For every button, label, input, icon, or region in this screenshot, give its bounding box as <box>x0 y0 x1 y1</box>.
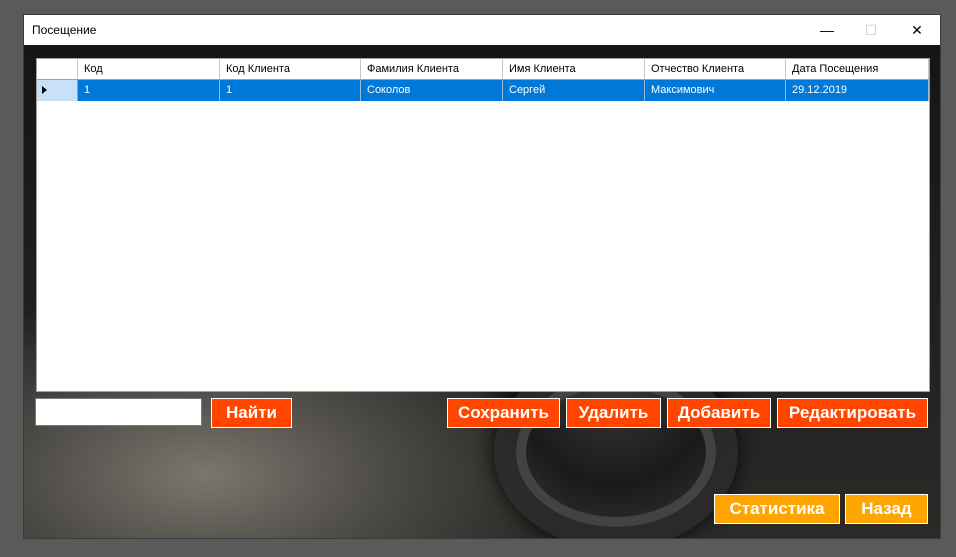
search-input[interactable] <box>35 398 202 426</box>
table-cell[interactable]: 1 <box>78 80 220 101</box>
title-bar[interactable]: Посещение — ☐ ✕ <box>24 15 940 46</box>
delete-button[interactable]: Удалить <box>566 398 661 428</box>
table-cell[interactable]: Максимович <box>645 80 786 101</box>
column-header-visit-date[interactable]: Дата Посещения <box>786 59 929 79</box>
save-button[interactable]: Сохранить <box>447 398 560 428</box>
row-header-corner[interactable] <box>37 59 78 79</box>
visits-window: Посещение — ☐ ✕ Код Код Клиента Фамилия … <box>24 15 940 538</box>
edit-button[interactable]: Редактировать <box>777 398 928 428</box>
column-header-client-firstname[interactable]: Имя Клиента <box>503 59 645 79</box>
column-header-id[interactable]: Код <box>78 59 220 79</box>
row-selector[interactable] <box>37 80 78 101</box>
current-row-arrow-icon <box>42 86 47 94</box>
close-icon[interactable]: ✕ <box>894 15 940 45</box>
column-header-client-id[interactable]: Код Клиента <box>220 59 361 79</box>
minimize-icon[interactable]: — <box>804 15 850 45</box>
table-row[interactable]: 1 1 Соколов Сергей Максимович 29.12.2019 <box>37 80 929 101</box>
table-cell[interactable]: 1 <box>220 80 361 101</box>
table-cell[interactable]: Соколов <box>361 80 503 101</box>
window-title: Посещение <box>32 23 97 37</box>
find-button[interactable]: Найти <box>211 398 292 428</box>
table-cell[interactable]: Сергей <box>503 80 645 101</box>
table-cell[interactable]: 29.12.2019 <box>786 80 929 101</box>
back-button[interactable]: Назад <box>845 494 928 524</box>
visits-data-grid[interactable]: Код Код Клиента Фамилия Клиента Имя Клие… <box>36 58 930 392</box>
statistics-button[interactable]: Статистика <box>714 494 840 524</box>
column-header-client-lastname[interactable]: Фамилия Клиента <box>361 59 503 79</box>
maximize-icon[interactable]: ☐ <box>848 15 894 45</box>
add-button[interactable]: Добавить <box>667 398 771 428</box>
form-client-area: Код Код Клиента Фамилия Клиента Имя Клие… <box>24 45 940 538</box>
grid-header-row: Код Код Клиента Фамилия Клиента Имя Клие… <box>37 59 929 80</box>
column-header-client-patronymic[interactable]: Отчество Клиента <box>645 59 786 79</box>
